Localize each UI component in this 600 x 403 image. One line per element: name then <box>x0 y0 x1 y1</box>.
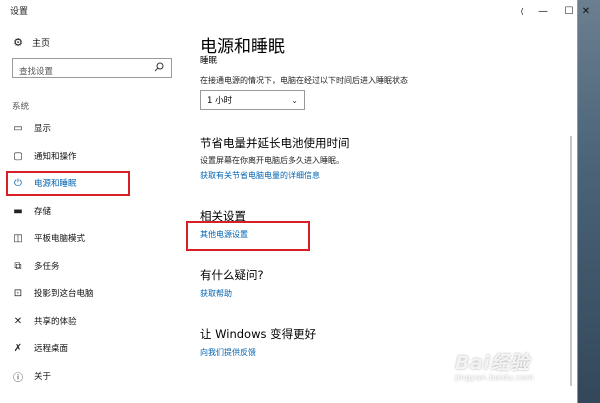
gear-icon: ⚙ <box>13 36 23 49</box>
battery-heading: 节省电量并延长电池使用时间 <box>200 136 350 150</box>
highlight-box-other-power-settings <box>186 221 310 251</box>
sidebar-home-label: 主页 <box>32 39 51 49</box>
sidebar-item-label: 通知和操作 <box>34 152 77 162</box>
search-input[interactable] <box>13 63 141 81</box>
sidebar-item-label: 共享的体验 <box>34 317 77 327</box>
sidebar: ⚙ 主页 系统 ▭ 显示 ▢ 通知和操作 ⏻ 电源和睡眠 ▬ 存储 <box>0 22 180 403</box>
multitasking-icon: ⧉ <box>14 260 22 272</box>
get-help-link[interactable]: 获取帮助 <box>200 288 232 299</box>
improve-windows-heading: 让 Windows 变得更好 <box>200 327 317 341</box>
scrollbar-thumb[interactable] <box>570 136 572 386</box>
close-button[interactable]: ✕ <box>574 0 598 22</box>
watermark-url: jingyan.baidu.com <box>455 373 534 382</box>
display-icon: ▭ <box>13 122 23 134</box>
feedback-link[interactable]: 向我们提供反馈 <box>200 347 256 358</box>
desktop-background <box>578 0 600 403</box>
sleep-timeout-select[interactable]: 1 小时 ⌄ <box>200 90 305 110</box>
window-title: 设置 <box>10 7 29 17</box>
sidebar-item-notifications[interactable]: ▢ 通知和操作 <box>0 143 180 169</box>
watermark: Bai经验 jingyan.baidu.com <box>455 348 534 382</box>
tablet-mode-icon: ◫ <box>13 232 23 244</box>
about-icon: ⓘ <box>13 372 23 384</box>
sidebar-item-storage[interactable]: ▬ 存储 <box>0 198 180 224</box>
battery-description: 设置屏幕在你离开电脑后多久进入睡眠。 <box>200 156 344 165</box>
shared-experience-icon: ✕ <box>13 315 23 327</box>
projection-icon: ⊡ <box>13 287 23 299</box>
sidebar-item-label: 存储 <box>34 207 52 217</box>
main-content: 电源和睡眠 睡眠 在接通电源的情况下，电脑在经过以下时间后进入睡眠状态 1 小时… <box>186 22 570 403</box>
sidebar-item-label: 显示 <box>34 124 52 134</box>
scrollbar[interactable] <box>568 26 574 396</box>
notifications-icon: ▢ <box>13 150 23 162</box>
sidebar-item-label: 投影到这台电脑 <box>34 289 94 299</box>
storage-icon: ▬ <box>13 205 23 217</box>
search-icon[interactable] <box>154 62 164 72</box>
sidebar-item-display[interactable]: ▭ 显示 <box>0 115 180 141</box>
sidebar-item-remote-desktop[interactable]: ✗ 远程桌面 <box>0 335 180 361</box>
sleep-description: 在接通电源的情况下，电脑在经过以下时间后进入睡眠状态 <box>200 76 408 85</box>
battery-info-link[interactable]: 获取有关节省电脑电量的详细信息 <box>200 170 320 181</box>
settings-window: 设置 ⟨ — ☐ ✕ ⚙ 主页 系统 ▭ 显示 ▢ 通知和操作 ⏻ 电源和睡 <box>0 0 590 403</box>
questions-heading: 有什么疑问? <box>200 268 264 282</box>
search-box[interactable] <box>12 58 172 81</box>
sidebar-item-shared-experiences[interactable]: ✕ 共享的体验 <box>0 308 180 334</box>
watermark-logo: Bai经验 <box>455 352 530 374</box>
sleep-timeout-value: 1 小时 <box>207 96 233 106</box>
sidebar-item-label: 平板电脑模式 <box>34 234 86 244</box>
sidebar-item-tablet-mode[interactable]: ◫ 平板电脑模式 <box>0 225 180 251</box>
sidebar-item-about[interactable]: ⓘ 关于 <box>0 363 180 389</box>
remote-desktop-icon: ✗ <box>13 342 23 354</box>
title-bar: 设置 ⟨ — ☐ ✕ <box>0 0 590 22</box>
sidebar-item-projection[interactable]: ⊡ 投影到这台电脑 <box>0 280 180 306</box>
sidebar-item-label: 多任务 <box>34 262 60 272</box>
section-label-system: 系统 <box>12 102 30 112</box>
sidebar-item-multitasking[interactable]: ⧉ 多任务 <box>0 253 180 279</box>
sidebar-item-label: 关于 <box>34 372 52 382</box>
highlight-box-power-sleep <box>6 171 130 196</box>
sidebar-home[interactable]: ⚙ 主页 <box>12 36 50 49</box>
sleep-heading: 睡眠 <box>200 56 218 66</box>
chevron-down-icon: ⌄ <box>291 95 298 105</box>
sidebar-item-label: 远程桌面 <box>34 344 69 354</box>
